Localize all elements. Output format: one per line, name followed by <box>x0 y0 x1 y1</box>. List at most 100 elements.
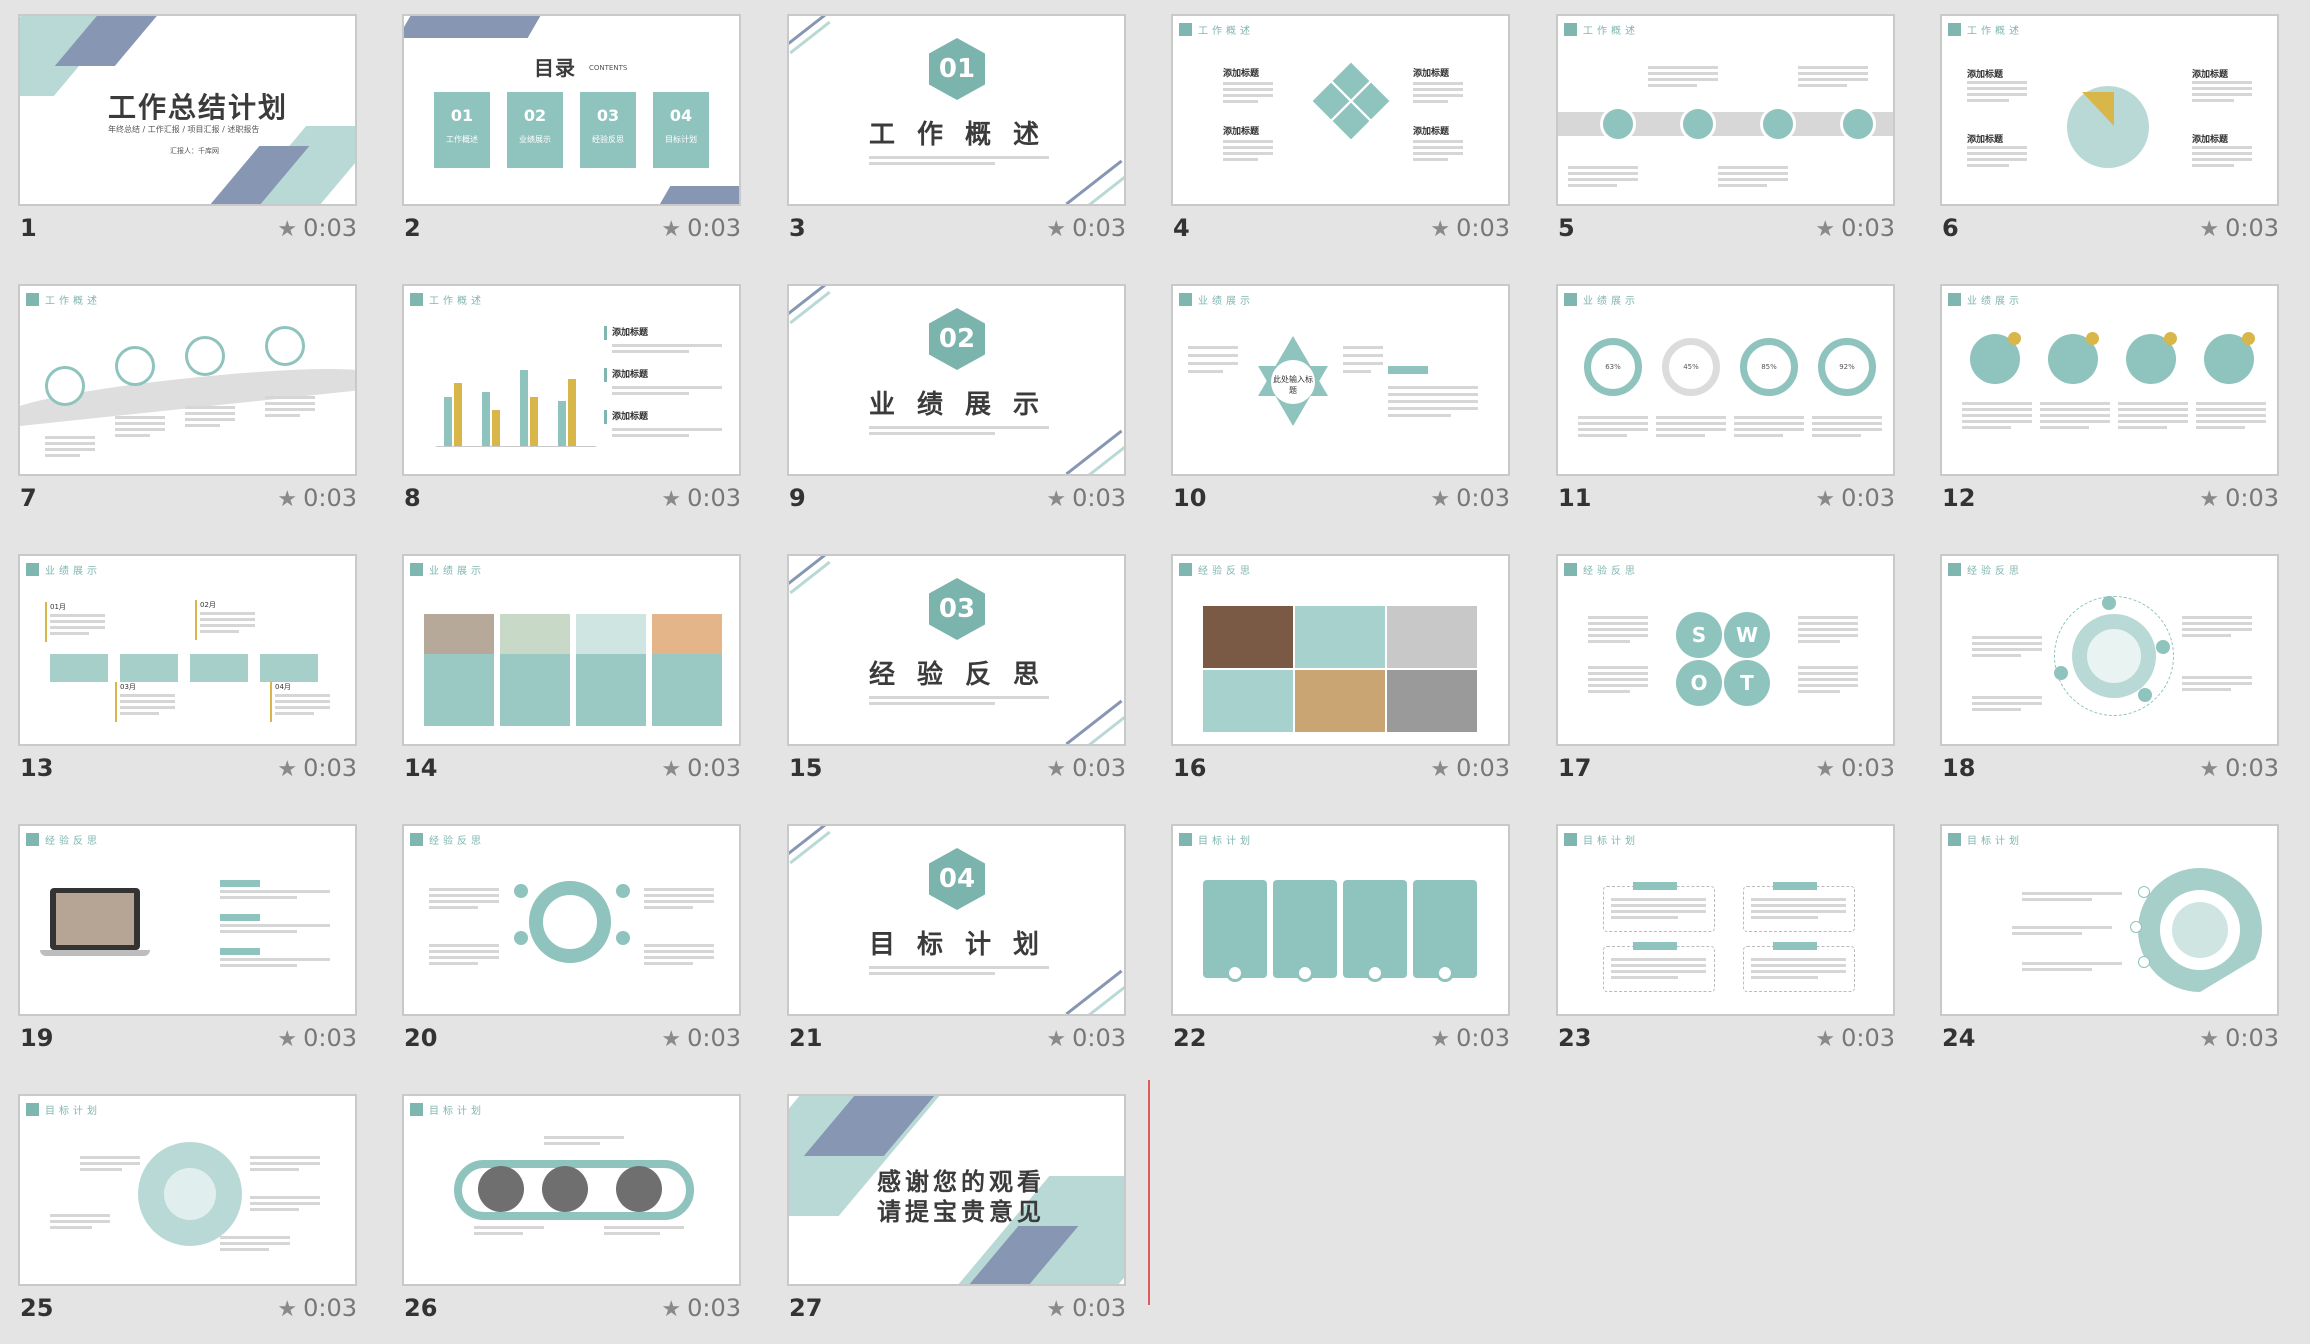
slide-thumbnail-cell[interactable]: 业绩展示 此处输入标题 10 ★ 0:03 <box>1171 284 1514 534</box>
text-placeholder-line <box>275 694 330 697</box>
slide-thumbnail-cell[interactable]: 目标计划 25 ★ 0:03 <box>18 1094 361 1344</box>
slide-thumbnail[interactable]: 工作概述 添加标题 添加标题 添加标题 添加标题 <box>1171 14 1510 206</box>
slide-number: 2 <box>404 214 421 242</box>
text-placeholder-line <box>1972 648 2042 651</box>
text-placeholder-line <box>474 1226 544 1229</box>
text-placeholder-line <box>1588 628 1648 631</box>
text-placeholder-line <box>120 706 175 709</box>
slide-thumbnail[interactable]: 经验反思 S W O T <box>1556 554 1895 746</box>
slide-thumbnail-cell[interactable]: 经验反思 16 ★ 0:03 <box>1171 554 1514 804</box>
slide-thumbnail[interactable]: 经验反思 <box>1940 554 2279 746</box>
slide-thumbnail[interactable]: 工作概述 <box>1556 14 1895 206</box>
slide-thumbnail[interactable]: 经验反思 <box>1171 554 1510 746</box>
slide-thumbnail[interactable]: 工作总结计划 年终总结 / 工作汇报 / 项目汇报 / 述职报告 汇报人：千库网 <box>18 14 357 206</box>
progress-value: 63% <box>1605 363 1621 371</box>
slide-thumbnail[interactable]: 目标计划 <box>1171 824 1510 1016</box>
text-placeholder-line <box>220 964 297 967</box>
cycle-node <box>514 931 528 945</box>
slide-thumbnail-cell[interactable]: 感谢您的观看 请提宝贵意见 27 ★ 0:03 <box>787 1094 1130 1344</box>
slide-thumbnail-cell[interactable]: 目录 CONTENTS 01 工作概述 02 业绩展示 03 经验反思 04 目标计划 2 ★ 0:03 <box>402 14 745 264</box>
text-placeholder-line <box>1413 82 1463 85</box>
text-placeholder-line <box>2196 420 2266 423</box>
slide-timing-value: 0:03 <box>687 484 741 512</box>
plan-card-badge <box>1226 964 1244 982</box>
slide-thumbnail[interactable]: 目标计划 <box>1940 824 2279 1016</box>
text-placeholder-line <box>429 944 499 947</box>
gear-inner <box>164 1168 216 1220</box>
slide-thumbnail[interactable]: 经验反思 <box>18 824 357 1016</box>
slide-thumbnail[interactable]: 工作概述 <box>18 284 357 476</box>
slide-thumbnail[interactable]: 工作概述 添加标题 添加标题 添加标题 添加标题 <box>1940 14 2279 206</box>
text-placeholder-line <box>220 924 330 927</box>
text-placeholder-line <box>50 1220 110 1223</box>
slide-timing-value: 0:03 <box>1072 214 1126 242</box>
slide-thumbnail[interactable]: 工作概述 添加标题 添加标题 添加标题 <box>402 284 741 476</box>
slide-thumbnail[interactable]: 04 目标计划 <box>787 824 1126 1016</box>
text-placeholder-line <box>1751 964 1846 967</box>
slide-header: 工作概述 <box>1948 22 2023 37</box>
slide-thumbnail[interactable]: 感谢您的观看 请提宝贵意见 <box>787 1094 1126 1286</box>
text-placeholder-line <box>1188 346 1238 349</box>
slide-thumbnail-cell[interactable]: 目标计划 24 ★ 0:03 <box>1940 824 2283 1074</box>
slide-thumbnail[interactable]: 02 业绩展示 <box>787 284 1126 476</box>
slide-thumbnail-cell[interactable]: 经验反思 18 ★ 0:03 <box>1940 554 2283 804</box>
toc-title: 目录 <box>534 56 576 80</box>
orbit-dot <box>2156 640 2170 654</box>
slide-thumbnail-cell[interactable]: 经验反思 S W O T 17 ★ 0:03 <box>1556 554 1899 804</box>
label-chip <box>220 880 260 887</box>
slide-number: 24 <box>1942 1024 1976 1052</box>
slide-thumbnail[interactable]: 业绩展示 01月 02月 03月 04月 <box>18 554 357 746</box>
slide-thumbnail[interactable]: 01 工作概述 <box>787 14 1126 206</box>
text-placeholder-line <box>115 416 165 419</box>
slide-thumbnail-cell[interactable]: 业绩展示 12 ★ 0:03 <box>1940 284 2283 534</box>
text-placeholder-line <box>1223 82 1273 85</box>
slide-thumbnail-cell[interactable]: 目标计划 22 ★ 0:03 <box>1171 824 1514 1074</box>
text-placeholder-line <box>1611 910 1706 913</box>
photo-bubble <box>542 1166 588 1212</box>
header-label: 经验反思 <box>1583 565 1639 577</box>
header-label: 经验反思 <box>45 835 101 847</box>
slide-thumbnail-cell[interactable]: 目标计划 26 ★ 0:03 <box>402 1094 745 1344</box>
text-placeholder-line <box>429 894 499 897</box>
slide-thumbnail-cell[interactable]: 经验反思 20 ★ 0:03 <box>402 824 745 1074</box>
slide-thumbnail-cell[interactable]: 03 经验反思 15 ★ 0:03 <box>787 554 1130 804</box>
slide-thumbnail-cell[interactable]: 业绩展示 01月 02月 03月 04月 13 ★ 0:03 <box>18 554 361 804</box>
slide-thumbnail[interactable]: 业绩展示 63% 45% 85% 92% <box>1556 284 1895 476</box>
slide-thumbnail-cell[interactable]: 经验反思 19 ★ 0:03 <box>18 824 361 1074</box>
text-placeholder-line <box>429 950 499 953</box>
section-title: 业绩展示 <box>869 390 1062 420</box>
slide-thumbnail-cell[interactable]: 01 工作概述 3 ★ 0:03 <box>787 14 1130 264</box>
slide-number: 8 <box>404 484 421 512</box>
slide-thumbnail[interactable]: 03 经验反思 <box>787 554 1126 746</box>
slide-thumbnail-cell[interactable]: 业绩展示 63% 45% 85% 92% 11 ★ 0:03 <box>1556 284 1899 534</box>
text-placeholder-line <box>1656 434 1705 437</box>
slide-thumbnail[interactable]: 目标计划 <box>402 1094 741 1286</box>
header-tag <box>1179 832 1192 846</box>
timeline-node <box>1680 106 1716 142</box>
text-placeholder-line <box>1967 99 2009 102</box>
slide-thumbnail-cell[interactable]: 工作概述 添加标题 添加标题 添加标题 8 ★ 0:03 <box>402 284 745 534</box>
slide-thumbnail[interactable]: 目标计划 <box>18 1094 357 1286</box>
slide-thumbnail[interactable]: 目录 CONTENTS 01 工作概述 02 业绩展示 03 经验反思 04 目标计划 <box>402 14 741 206</box>
text-placeholder-line <box>2182 682 2252 685</box>
section-number-hex: 02 <box>929 308 985 370</box>
slide-header: 业绩展示 <box>26 562 101 577</box>
slide-thumbnail-cell[interactable]: 工作概述 添加标题 添加标题 添加标题 添加标题 4 ★ 0:03 <box>1171 14 1514 264</box>
slide-thumbnail-cell[interactable]: 目标计划 23 ★ 0:03 <box>1556 824 1899 1074</box>
slide-thumbnail[interactable]: 业绩展示 此处输入标题 <box>1171 284 1510 476</box>
slide-thumbnail-cell[interactable]: 业绩展示 14 ★ 0:03 <box>402 554 745 804</box>
text-placeholder-line <box>869 966 1049 969</box>
slide-thumbnail[interactable]: 经验反思 <box>402 824 741 1016</box>
slide-thumbnail-cell[interactable]: 工作概述 5 ★ 0:03 <box>1556 14 1899 264</box>
slide-thumbnail[interactable]: 业绩展示 <box>402 554 741 746</box>
slide-thumbnail-cell[interactable]: 04 目标计划 21 ★ 0:03 <box>787 824 1130 1074</box>
toc-item-label: 业绩展示 <box>519 135 551 144</box>
slide-thumbnail-cell[interactable]: 工作总结计划 年终总结 / 工作汇报 / 项目汇报 / 述职报告 汇报人：千库网 1 ★… <box>18 14 361 264</box>
slide-thumbnail[interactable]: 业绩展示 <box>1940 284 2279 476</box>
text-placeholder-line <box>2012 932 2082 935</box>
slide-thumbnail-cell[interactable]: 工作概述 7 ★ 0:03 <box>18 284 361 534</box>
header-label: 目标计划 <box>1198 835 1254 847</box>
slide-thumbnail-cell[interactable]: 工作概述 添加标题 添加标题 添加标题 添加标题 6 ★ 0:03 <box>1940 14 2283 264</box>
slide-thumbnail-cell[interactable]: 02 业绩展示 9 ★ 0:03 <box>787 284 1130 534</box>
slide-thumbnail[interactable]: 目标计划 <box>1556 824 1895 1016</box>
